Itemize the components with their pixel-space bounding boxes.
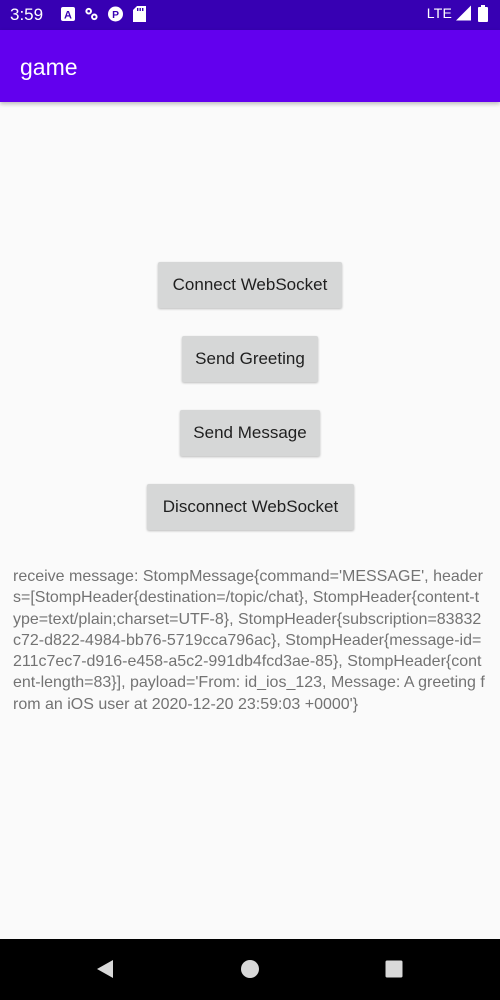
recents-icon[interactable] bbox=[382, 957, 406, 981]
back-icon[interactable] bbox=[93, 957, 117, 981]
status-time: 3:59 bbox=[10, 5, 44, 24]
sd-card-icon bbox=[132, 5, 147, 22]
circle-p-icon: P bbox=[108, 6, 123, 21]
disconnect-websocket-button[interactable]: Disconnect WebSocket bbox=[147, 484, 354, 530]
gear-icon bbox=[84, 6, 99, 21]
svg-text:A: A bbox=[64, 9, 72, 21]
signal-icon bbox=[456, 5, 471, 21]
message-log: receive message: StompMessage{command='M… bbox=[13, 568, 485, 713]
send-greeting-button[interactable]: Send Greeting bbox=[182, 336, 318, 382]
notification-icons: A P bbox=[60, 5, 147, 22]
app-title: game bbox=[20, 54, 78, 80]
network-type: LTE bbox=[426, 5, 452, 21]
send-message-button[interactable]: Send Message bbox=[180, 410, 320, 456]
navigation-bar bbox=[0, 939, 500, 1000]
battery-icon bbox=[475, 4, 490, 22]
app-screen: 3:59 A P LTE game Connect WebSocket Send… bbox=[0, 0, 500, 1000]
app-bar: game bbox=[0, 30, 500, 102]
connect-websocket-button[interactable]: Connect WebSocket bbox=[158, 262, 342, 308]
status-bar: 3:59 A P LTE bbox=[0, 0, 500, 30]
status-right: LTE bbox=[426, 4, 490, 22]
font-a-icon: A bbox=[60, 6, 75, 21]
home-icon[interactable] bbox=[238, 957, 262, 981]
svg-text:P: P bbox=[112, 9, 119, 20]
